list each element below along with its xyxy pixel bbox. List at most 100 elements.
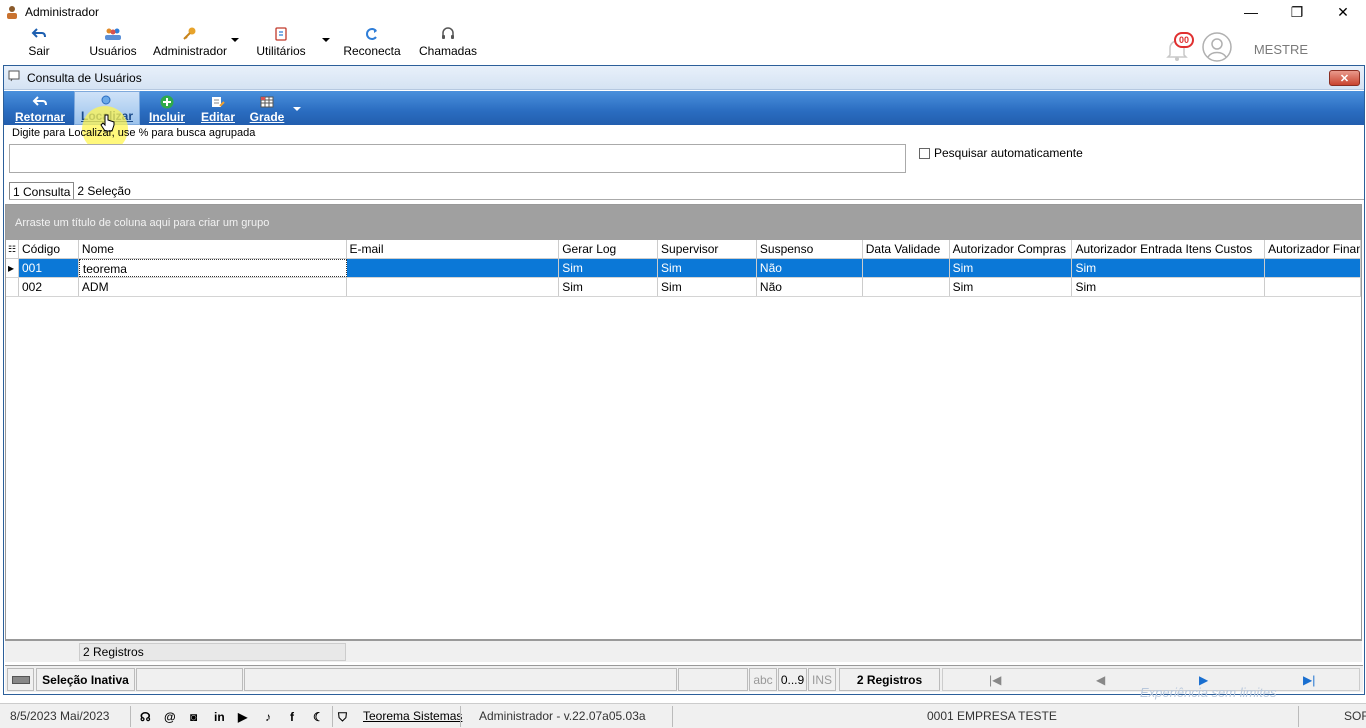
status-cell bbox=[244, 668, 677, 691]
status-cell bbox=[136, 668, 243, 691]
table-cell[interactable]: Sim bbox=[1072, 278, 1266, 296]
table-cell[interactable]: ADM bbox=[79, 278, 347, 296]
exit-label: Sair bbox=[28, 44, 50, 58]
users-button[interactable]: Usuários bbox=[89, 24, 137, 64]
table-cell[interactable]: Sim bbox=[658, 278, 757, 296]
exit-button[interactable]: Sair bbox=[26, 24, 52, 64]
auto-search-option[interactable]: Pesquisar automaticamente bbox=[919, 146, 1083, 160]
logo-icon[interactable]: ☾ bbox=[313, 710, 324, 724]
facebook-icon[interactable]: f bbox=[290, 710, 294, 724]
background-slogan: Experiência sem limites bbox=[1140, 685, 1277, 700]
bottom-bar: 8/5/2023 Mai/2023 ☊ @ ◙ in ▶ ♪ f ☾ ⛉ Teo… bbox=[0, 703, 1366, 728]
headset-icon bbox=[440, 26, 456, 42]
table-cell[interactable]: Não bbox=[757, 278, 863, 296]
table-cell[interactable]: 002 bbox=[19, 278, 79, 296]
separator bbox=[460, 706, 461, 727]
column-header[interactable]: Gerar Log bbox=[559, 240, 659, 258]
reconnect-button[interactable]: Reconecta bbox=[343, 24, 401, 64]
tab-selecao[interactable]: 2 Seleção bbox=[74, 182, 133, 200]
utilities-button[interactable]: Utilitários bbox=[256, 24, 306, 64]
auto-search-checkbox[interactable] bbox=[919, 147, 930, 159]
grid-button[interactable]: Grade bbox=[246, 91, 288, 125]
edit-button[interactable]: Editar bbox=[198, 91, 238, 125]
table-cell[interactable] bbox=[862, 259, 950, 277]
table-cell[interactable] bbox=[1265, 278, 1361, 296]
user-avatar-button[interactable] bbox=[1202, 32, 1232, 65]
maximize-button[interactable]: ❐ bbox=[1274, 0, 1320, 24]
column-header[interactable]: Código bbox=[19, 240, 79, 258]
table-cell[interactable] bbox=[347, 278, 560, 296]
row-indicator-icon: ▸ bbox=[6, 259, 19, 277]
table-cell[interactable]: Sim bbox=[1072, 259, 1266, 277]
refresh-icon bbox=[364, 26, 380, 42]
separator bbox=[672, 706, 673, 727]
minimize-button[interactable]: — bbox=[1228, 0, 1274, 24]
record-count: 2 Registros bbox=[79, 643, 346, 661]
table-cell[interactable]: Sim bbox=[658, 259, 757, 277]
column-header[interactable]: Nome bbox=[79, 240, 347, 258]
close-button[interactable]: ✕ bbox=[1320, 0, 1366, 24]
grid-label: Grade bbox=[249, 110, 285, 124]
table-cell[interactable]: 001 bbox=[18, 259, 79, 277]
prev-record-button[interactable]: ◀ bbox=[1096, 673, 1105, 687]
admin-dropdown-icon[interactable] bbox=[231, 38, 239, 42]
last-record-button[interactable]: ▶| bbox=[1303, 673, 1315, 687]
child-close-button[interactable]: ✕ bbox=[1329, 70, 1360, 86]
child-title-bar: Consulta de Usuários bbox=[4, 66, 1364, 90]
table-cell[interactable]: Sim bbox=[950, 278, 1073, 296]
window-icon bbox=[8, 70, 22, 85]
return-button[interactable]: Retornar bbox=[10, 91, 70, 125]
table-cell[interactable]: Sim bbox=[559, 259, 659, 277]
table-row[interactable]: ▸ 001 teorema Sim Sim Não Sim Sim bbox=[6, 259, 1361, 278]
instagram-icon[interactable]: ◙ bbox=[190, 710, 197, 724]
table-row[interactable]: 002 ADM Sim Sim Não Sim Sim bbox=[6, 278, 1361, 297]
digits-indicator: 0...9 bbox=[778, 668, 807, 691]
group-panel[interactable]: Arraste um título de coluna aqui para cr… bbox=[6, 205, 1361, 240]
user-version-label: Administrador - v.22.07a05.03a bbox=[479, 709, 646, 723]
table-cell[interactable]: Sim bbox=[949, 259, 1073, 277]
admin-button[interactable]: Administrador bbox=[152, 24, 228, 64]
include-button[interactable]: Incluir bbox=[146, 91, 188, 125]
separator bbox=[332, 706, 333, 727]
linkedin-icon[interactable]: in bbox=[214, 710, 225, 724]
notification-count: 00 bbox=[1174, 32, 1194, 48]
table-cell[interactable]: Não bbox=[756, 259, 863, 277]
twitter-icon[interactable]: ♪ bbox=[265, 710, 271, 724]
table-cell[interactable]: Sim bbox=[559, 278, 659, 296]
tab-divider bbox=[9, 199, 1364, 200]
table-cell[interactable]: teorema bbox=[78, 259, 347, 277]
table-cell[interactable] bbox=[1265, 259, 1361, 277]
grid-icon bbox=[260, 94, 274, 110]
column-header[interactable]: Suspenso bbox=[757, 240, 863, 258]
users-query-window: Consulta de Usuários ✕ Retornar Localiza… bbox=[3, 65, 1365, 695]
utilities-dropdown-icon[interactable] bbox=[322, 38, 330, 42]
grid-dropdown-icon[interactable] bbox=[293, 107, 301, 111]
email-icon[interactable]: @ bbox=[164, 710, 176, 724]
include-label: Incluir bbox=[148, 110, 185, 124]
tab-bar: 1 Consulta 2 Seleção bbox=[9, 182, 134, 200]
tab-consulta[interactable]: 1 Consulta bbox=[9, 182, 75, 200]
users-grid: Arraste um título de coluna aqui para cr… bbox=[5, 204, 1362, 640]
table-cell[interactable] bbox=[863, 278, 950, 296]
selection-status: Seleção Inativa bbox=[36, 668, 135, 691]
notifications-button[interactable]: 00 bbox=[1162, 32, 1194, 62]
title-bar: Administrador — ❐ ✕ bbox=[0, 0, 1366, 24]
calls-button[interactable]: Chamadas bbox=[419, 24, 477, 64]
column-chooser-icon[interactable]: ☷ bbox=[6, 240, 19, 258]
users-icon bbox=[104, 26, 122, 42]
admin-label: Administrador bbox=[152, 44, 228, 58]
column-header[interactable]: Autorizador Entrada Itens Custos bbox=[1072, 240, 1266, 258]
table-cell[interactable] bbox=[346, 259, 560, 277]
headset-icon[interactable]: ☊ bbox=[140, 710, 151, 724]
query-toolbar: Retornar Localizar Incluir Editar Grade bbox=[4, 91, 1364, 125]
column-header[interactable]: Autorizador Financeiro bbox=[1265, 240, 1361, 258]
column-header[interactable]: E-mail bbox=[347, 240, 560, 258]
search-input[interactable] bbox=[9, 144, 906, 173]
column-header[interactable]: Supervisor bbox=[658, 240, 757, 258]
youtube-icon[interactable]: ▶ bbox=[238, 710, 247, 724]
column-header[interactable]: Autorizador Compras bbox=[950, 240, 1073, 258]
teorema-link[interactable]: Teorema Sistemas bbox=[363, 709, 462, 723]
first-record-button[interactable]: |◀ bbox=[989, 673, 1001, 687]
company-label: 0001 EMPRESA TESTE bbox=[927, 709, 1057, 723]
column-header[interactable]: Data Validade bbox=[863, 240, 950, 258]
